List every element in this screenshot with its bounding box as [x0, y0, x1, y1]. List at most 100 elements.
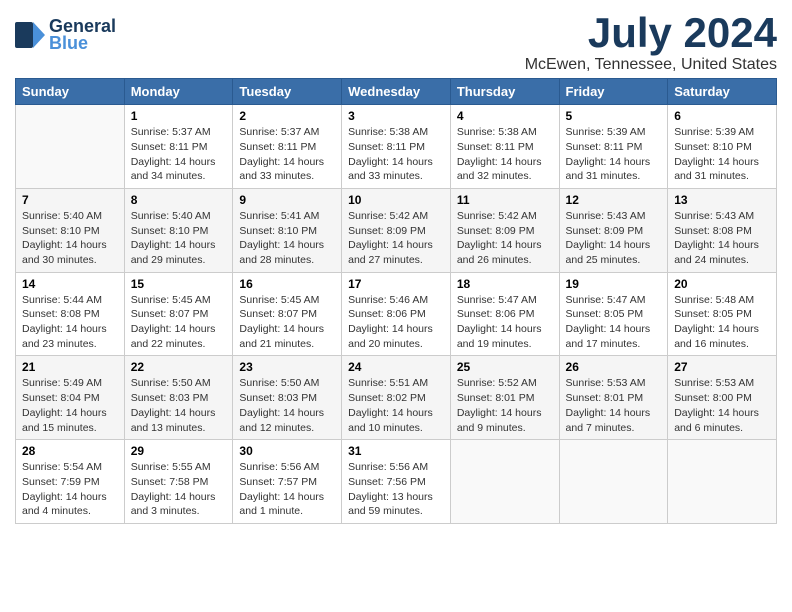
day-number: 28 — [22, 444, 118, 458]
logo: General Blue — [15, 10, 116, 54]
calendar-cell — [668, 440, 777, 524]
day-info: Sunrise: 5:38 AM Sunset: 8:11 PM Dayligh… — [457, 125, 553, 184]
day-info: Sunrise: 5:45 AM Sunset: 8:07 PM Dayligh… — [131, 293, 227, 352]
calendar-cell: 15Sunrise: 5:45 AM Sunset: 8:07 PM Dayli… — [124, 272, 233, 356]
day-info: Sunrise: 5:50 AM Sunset: 8:03 PM Dayligh… — [239, 376, 335, 435]
calendar-cell: 22 Sunrise: 5:50 AM Sunset: 8:03 PM Dayli… — [124, 356, 233, 440]
location-subtitle: McEwen, Tennessee, United States — [525, 56, 777, 74]
day-number: 3 — [348, 109, 444, 123]
day-info: Sunrise: 5:43 AM Sunset: 8:08 PM Dayligh… — [674, 209, 770, 268]
calendar-cell: 3 Sunrise: 5:38 AM Sunset: 8:11 PM Daylig… — [342, 105, 451, 189]
calendar-cell: 21 Sunrise: 5:49 AM Sunset: 8:04 PM Dayli… — [16, 356, 125, 440]
calendar-cell: 10 Sunrise: 5:42 AM Sunset: 8:09 PM Dayli… — [342, 188, 451, 272]
calendar-cell: 27 Sunrise: 5:53 AM Sunset: 8:00 PM Dayli… — [668, 356, 777, 440]
day-number: 4 — [457, 109, 553, 123]
header-sunday: Sunday — [16, 79, 125, 105]
calendar-cell: 17 Sunrise: 5:46 AM Sunset: 8:06 PM Dayli… — [342, 272, 451, 356]
day-number: 19 — [566, 277, 662, 291]
day-number: 6 — [674, 109, 770, 123]
day-number: 18 — [457, 277, 553, 291]
day-number: 13 — [674, 193, 770, 207]
calendar-cell: 31Sunrise: 5:56 AM Sunset: 7:56 PM Dayli… — [342, 440, 451, 524]
day-number: 21 — [22, 360, 118, 374]
calendar-cell: 1 Sunrise: 5:37 AM Sunset: 8:11 PM Daylig… — [124, 105, 233, 189]
day-info: Sunrise: 5:40 AM Sunset: 8:10 PM Dayligh… — [22, 209, 118, 268]
day-number: 16 — [239, 277, 335, 291]
day-number: 25 — [457, 360, 553, 374]
calendar-cell — [450, 440, 559, 524]
day-info: Sunrise: 5:50 AM Sunset: 8:03 PM Dayligh… — [131, 376, 227, 435]
calendar-week-row: 7 Sunrise: 5:40 AM Sunset: 8:10 PM Daylig… — [16, 188, 777, 272]
day-info: Sunrise: 5:39 AM Sunset: 8:11 PM Dayligh… — [566, 125, 662, 184]
calendar-cell: 25 Sunrise: 5:52 AM Sunset: 8:01 PM Dayli… — [450, 356, 559, 440]
day-number: 20 — [674, 277, 770, 291]
calendar-cell: 29 Sunrise: 5:55 AM Sunset: 7:58 PM Dayli… — [124, 440, 233, 524]
calendar-week-row: 21 Sunrise: 5:49 AM Sunset: 8:04 PM Dayli… — [16, 356, 777, 440]
day-number: 14 — [22, 277, 118, 291]
calendar-week-row: 28 Sunrise: 5:54 AM Sunset: 7:59 PM Dayli… — [16, 440, 777, 524]
calendar-cell — [16, 105, 125, 189]
day-number: 8 — [131, 193, 227, 207]
day-info: Sunrise: 5:37 AM Sunset: 8:11 PM Dayligh… — [131, 125, 227, 184]
calendar-table: SundayMondayTuesdayWednesdayThursdayFrid… — [15, 78, 777, 524]
month-title: July 2024 — [525, 10, 777, 56]
calendar-cell: 18 Sunrise: 5:47 AM Sunset: 8:06 PM Dayli… — [450, 272, 559, 356]
day-info: Sunrise: 5:53 AM Sunset: 8:00 PM Dayligh… — [674, 376, 770, 435]
calendar-cell: 20Sunrise: 5:48 AM Sunset: 8:05 PM Dayli… — [668, 272, 777, 356]
day-number: 5 — [566, 109, 662, 123]
day-info: Sunrise: 5:53 AM Sunset: 8:01 PM Dayligh… — [566, 376, 662, 435]
calendar-cell: 9Sunrise: 5:41 AM Sunset: 8:10 PM Daylig… — [233, 188, 342, 272]
day-number: 29 — [131, 444, 227, 458]
day-info: Sunrise: 5:40 AM Sunset: 8:10 PM Dayligh… — [131, 209, 227, 268]
day-info: Sunrise: 5:56 AM Sunset: 7:56 PM Dayligh… — [348, 460, 444, 519]
day-number: 27 — [674, 360, 770, 374]
header-thursday: Thursday — [450, 79, 559, 105]
day-info: Sunrise: 5:42 AM Sunset: 8:09 PM Dayligh… — [457, 209, 553, 268]
calendar-cell: 8 Sunrise: 5:40 AM Sunset: 8:10 PM Daylig… — [124, 188, 233, 272]
calendar-week-row: 1 Sunrise: 5:37 AM Sunset: 8:11 PM Daylig… — [16, 105, 777, 189]
calendar-cell: 24 Sunrise: 5:51 AM Sunset: 8:02 PM Dayli… — [342, 356, 451, 440]
day-info: Sunrise: 5:44 AM Sunset: 8:08 PM Dayligh… — [22, 293, 118, 352]
title-block: July 2024 McEwen, Tennessee, United Stat… — [525, 10, 777, 74]
day-number: 7 — [22, 193, 118, 207]
day-info: Sunrise: 5:49 AM Sunset: 8:04 PM Dayligh… — [22, 376, 118, 435]
day-info: Sunrise: 5:46 AM Sunset: 8:06 PM Dayligh… — [348, 293, 444, 352]
calendar-cell: 28 Sunrise: 5:54 AM Sunset: 7:59 PM Dayli… — [16, 440, 125, 524]
day-number: 2 — [239, 109, 335, 123]
calendar-cell: 13 Sunrise: 5:43 AM Sunset: 8:08 PM Dayli… — [668, 188, 777, 272]
day-info: Sunrise: 5:56 AM Sunset: 7:57 PM Dayligh… — [239, 460, 335, 519]
day-number: 24 — [348, 360, 444, 374]
day-number: 1 — [131, 109, 227, 123]
calendar-cell: 14 Sunrise: 5:44 AM Sunset: 8:08 PM Dayli… — [16, 272, 125, 356]
day-number: 12 — [566, 193, 662, 207]
header-saturday: Saturday — [668, 79, 777, 105]
day-info: Sunrise: 5:55 AM Sunset: 7:58 PM Dayligh… — [131, 460, 227, 519]
day-number: 30 — [239, 444, 335, 458]
calendar-cell: 4 Sunrise: 5:38 AM Sunset: 8:11 PM Daylig… — [450, 105, 559, 189]
day-info: Sunrise: 5:51 AM Sunset: 8:02 PM Dayligh… — [348, 376, 444, 435]
calendar-cell — [559, 440, 668, 524]
calendar-cell: 19 Sunrise: 5:47 AM Sunset: 8:05 PM Dayli… — [559, 272, 668, 356]
day-info: Sunrise: 5:45 AM Sunset: 8:07 PM Dayligh… — [239, 293, 335, 352]
calendar-cell: 26Sunrise: 5:53 AM Sunset: 8:01 PM Dayli… — [559, 356, 668, 440]
calendar-cell: 11 Sunrise: 5:42 AM Sunset: 8:09 PM Dayli… — [450, 188, 559, 272]
calendar-cell: 6 Sunrise: 5:39 AM Sunset: 8:10 PM Daylig… — [668, 105, 777, 189]
day-info: Sunrise: 5:42 AM Sunset: 8:09 PM Dayligh… — [348, 209, 444, 268]
day-info: Sunrise: 5:52 AM Sunset: 8:01 PM Dayligh… — [457, 376, 553, 435]
day-info: Sunrise: 5:54 AM Sunset: 7:59 PM Dayligh… — [22, 460, 118, 519]
day-info: Sunrise: 5:43 AM Sunset: 8:09 PM Dayligh… — [566, 209, 662, 268]
calendar-cell: 30 Sunrise: 5:56 AM Sunset: 7:57 PM Dayli… — [233, 440, 342, 524]
day-number: 10 — [348, 193, 444, 207]
day-info: Sunrise: 5:38 AM Sunset: 8:11 PM Dayligh… — [348, 125, 444, 184]
day-number: 17 — [348, 277, 444, 291]
header-monday: Monday — [124, 79, 233, 105]
day-number: 22 — [131, 360, 227, 374]
day-info: Sunrise: 5:39 AM Sunset: 8:10 PM Dayligh… — [674, 125, 770, 184]
day-number: 9 — [239, 193, 335, 207]
day-number: 11 — [457, 193, 553, 207]
calendar-cell: 23Sunrise: 5:50 AM Sunset: 8:03 PM Dayli… — [233, 356, 342, 440]
calendar-cell: 5 Sunrise: 5:39 AM Sunset: 8:11 PM Daylig… — [559, 105, 668, 189]
page-header: General Blue July 2024 McEwen, Tennessee… — [15, 10, 777, 74]
day-info: Sunrise: 5:47 AM Sunset: 8:06 PM Dayligh… — [457, 293, 553, 352]
day-info: Sunrise: 5:47 AM Sunset: 8:05 PM Dayligh… — [566, 293, 662, 352]
